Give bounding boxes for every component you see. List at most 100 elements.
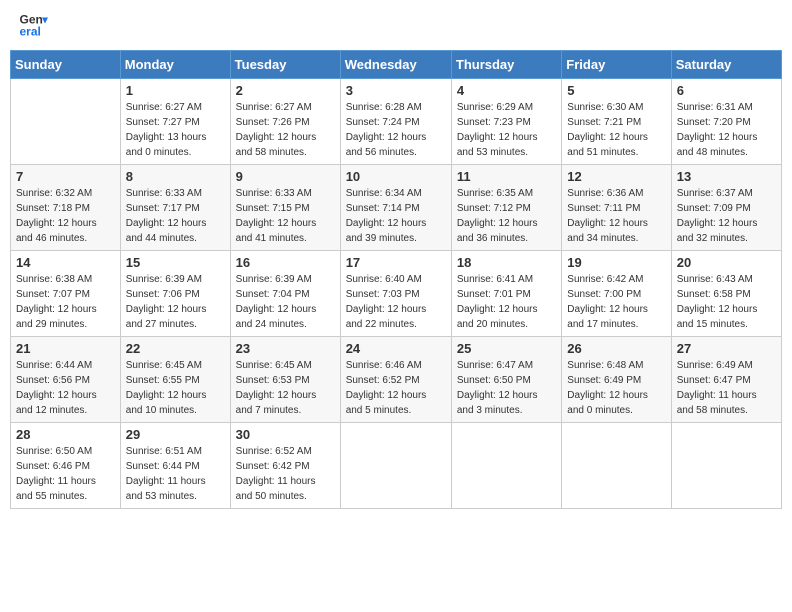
day-number: 12: [567, 169, 665, 184]
day-number: 3: [346, 83, 446, 98]
calendar-cell: 8 Sunrise: 6:33 AM Sunset: 7:17 PM Daylig…: [120, 165, 230, 251]
day-info: Sunrise: 6:33 AM Sunset: 7:15 PM Dayligh…: [236, 186, 335, 246]
day-info: Sunrise: 6:31 AM Sunset: 7:20 PM Dayligh…: [677, 100, 776, 160]
day-number: 18: [457, 255, 556, 270]
day-info: Sunrise: 6:39 AM Sunset: 7:04 PM Dayligh…: [236, 272, 335, 332]
calendar-cell: 15 Sunrise: 6:39 AM Sunset: 7:06 PM Dayli…: [120, 251, 230, 337]
day-number: 30: [236, 427, 335, 442]
calendar-cell: 9 Sunrise: 6:33 AM Sunset: 7:15 PM Daylig…: [230, 165, 340, 251]
day-info: Sunrise: 6:44 AM Sunset: 6:56 PM Dayligh…: [16, 358, 115, 418]
calendar-cell: 18 Sunrise: 6:41 AM Sunset: 7:01 PM Dayli…: [451, 251, 561, 337]
col-header-thursday: Thursday: [451, 51, 561, 79]
day-number: 27: [677, 341, 776, 356]
day-info: Sunrise: 6:46 AM Sunset: 6:52 PM Dayligh…: [346, 358, 446, 418]
calendar-cell: 30 Sunrise: 6:52 AM Sunset: 6:42 PM Dayli…: [230, 423, 340, 509]
day-number: 4: [457, 83, 556, 98]
calendar-week-3: 14 Sunrise: 6:38 AM Sunset: 7:07 PM Dayli…: [11, 251, 782, 337]
day-number: 25: [457, 341, 556, 356]
day-info: Sunrise: 6:43 AM Sunset: 6:58 PM Dayligh…: [677, 272, 776, 332]
svg-text:eral: eral: [20, 25, 41, 39]
day-info: Sunrise: 6:34 AM Sunset: 7:14 PM Dayligh…: [346, 186, 446, 246]
day-info: Sunrise: 6:45 AM Sunset: 6:53 PM Dayligh…: [236, 358, 335, 418]
day-info: Sunrise: 6:42 AM Sunset: 7:00 PM Dayligh…: [567, 272, 665, 332]
calendar-week-5: 28 Sunrise: 6:50 AM Sunset: 6:46 PM Dayli…: [11, 423, 782, 509]
day-info: Sunrise: 6:47 AM Sunset: 6:50 PM Dayligh…: [457, 358, 556, 418]
day-info: Sunrise: 6:50 AM Sunset: 6:46 PM Dayligh…: [16, 444, 115, 504]
day-number: 26: [567, 341, 665, 356]
day-info: Sunrise: 6:52 AM Sunset: 6:42 PM Dayligh…: [236, 444, 335, 504]
calendar-cell: 28 Sunrise: 6:50 AM Sunset: 6:46 PM Dayli…: [11, 423, 121, 509]
day-info: Sunrise: 6:33 AM Sunset: 7:17 PM Dayligh…: [126, 186, 225, 246]
calendar-cell: 20 Sunrise: 6:43 AM Sunset: 6:58 PM Dayli…: [671, 251, 781, 337]
calendar-cell: 27 Sunrise: 6:49 AM Sunset: 6:47 PM Dayli…: [671, 337, 781, 423]
day-number: 15: [126, 255, 225, 270]
calendar-cell: 11 Sunrise: 6:35 AM Sunset: 7:12 PM Dayli…: [451, 165, 561, 251]
calendar-cell: 24 Sunrise: 6:46 AM Sunset: 6:52 PM Dayli…: [340, 337, 451, 423]
calendar-cell: [562, 423, 671, 509]
day-number: 20: [677, 255, 776, 270]
day-info: Sunrise: 6:41 AM Sunset: 7:01 PM Dayligh…: [457, 272, 556, 332]
calendar-cell: [671, 423, 781, 509]
calendar-cell: 1 Sunrise: 6:27 AM Sunset: 7:27 PM Daylig…: [120, 79, 230, 165]
day-number: 2: [236, 83, 335, 98]
day-number: 17: [346, 255, 446, 270]
calendar-cell: 13 Sunrise: 6:37 AM Sunset: 7:09 PM Dayli…: [671, 165, 781, 251]
calendar-cell: 3 Sunrise: 6:28 AM Sunset: 7:24 PM Daylig…: [340, 79, 451, 165]
calendar-cell: [11, 79, 121, 165]
calendar-cell: 26 Sunrise: 6:48 AM Sunset: 6:49 PM Dayli…: [562, 337, 671, 423]
day-info: Sunrise: 6:40 AM Sunset: 7:03 PM Dayligh…: [346, 272, 446, 332]
day-number: 24: [346, 341, 446, 356]
day-number: 22: [126, 341, 225, 356]
logo: Gen eral: [18, 10, 52, 40]
day-info: Sunrise: 6:36 AM Sunset: 7:11 PM Dayligh…: [567, 186, 665, 246]
day-number: 8: [126, 169, 225, 184]
day-number: 21: [16, 341, 115, 356]
calendar-cell: 19 Sunrise: 6:42 AM Sunset: 7:00 PM Dayli…: [562, 251, 671, 337]
calendar-week-1: 1 Sunrise: 6:27 AM Sunset: 7:27 PM Daylig…: [11, 79, 782, 165]
col-header-monday: Monday: [120, 51, 230, 79]
day-info: Sunrise: 6:37 AM Sunset: 7:09 PM Dayligh…: [677, 186, 776, 246]
calendar-header-row: SundayMondayTuesdayWednesdayThursdayFrid…: [11, 51, 782, 79]
calendar-cell: 14 Sunrise: 6:38 AM Sunset: 7:07 PM Dayli…: [11, 251, 121, 337]
day-info: Sunrise: 6:48 AM Sunset: 6:49 PM Dayligh…: [567, 358, 665, 418]
day-info: Sunrise: 6:38 AM Sunset: 7:07 PM Dayligh…: [16, 272, 115, 332]
day-info: Sunrise: 6:45 AM Sunset: 6:55 PM Dayligh…: [126, 358, 225, 418]
calendar-week-4: 21 Sunrise: 6:44 AM Sunset: 6:56 PM Dayli…: [11, 337, 782, 423]
day-number: 11: [457, 169, 556, 184]
col-header-saturday: Saturday: [671, 51, 781, 79]
calendar-cell: 25 Sunrise: 6:47 AM Sunset: 6:50 PM Dayli…: [451, 337, 561, 423]
calendar-cell: 6 Sunrise: 6:31 AM Sunset: 7:20 PM Daylig…: [671, 79, 781, 165]
day-number: 19: [567, 255, 665, 270]
day-info: Sunrise: 6:35 AM Sunset: 7:12 PM Dayligh…: [457, 186, 556, 246]
day-info: Sunrise: 6:32 AM Sunset: 7:18 PM Dayligh…: [16, 186, 115, 246]
day-number: 6: [677, 83, 776, 98]
day-number: 28: [16, 427, 115, 442]
day-info: Sunrise: 6:30 AM Sunset: 7:21 PM Dayligh…: [567, 100, 665, 160]
day-info: Sunrise: 6:49 AM Sunset: 6:47 PM Dayligh…: [677, 358, 776, 418]
col-header-sunday: Sunday: [11, 51, 121, 79]
day-number: 5: [567, 83, 665, 98]
day-info: Sunrise: 6:39 AM Sunset: 7:06 PM Dayligh…: [126, 272, 225, 332]
calendar-cell: 4 Sunrise: 6:29 AM Sunset: 7:23 PM Daylig…: [451, 79, 561, 165]
calendar-week-2: 7 Sunrise: 6:32 AM Sunset: 7:18 PM Daylig…: [11, 165, 782, 251]
day-info: Sunrise: 6:27 AM Sunset: 7:27 PM Dayligh…: [126, 100, 225, 160]
calendar-cell: 12 Sunrise: 6:36 AM Sunset: 7:11 PM Dayli…: [562, 165, 671, 251]
day-number: 23: [236, 341, 335, 356]
day-info: Sunrise: 6:28 AM Sunset: 7:24 PM Dayligh…: [346, 100, 446, 160]
calendar-table: SundayMondayTuesdayWednesdayThursdayFrid…: [10, 50, 782, 509]
day-number: 1: [126, 83, 225, 98]
page-header: Gen eral: [10, 10, 782, 40]
day-number: 9: [236, 169, 335, 184]
calendar-cell: 5 Sunrise: 6:30 AM Sunset: 7:21 PM Daylig…: [562, 79, 671, 165]
calendar-cell: 16Sunrise: 6:39 AM Sunset: 7:04 PM Dayli…: [230, 251, 340, 337]
day-number: 13: [677, 169, 776, 184]
calendar-cell: 7 Sunrise: 6:32 AM Sunset: 7:18 PM Daylig…: [11, 165, 121, 251]
calendar-cell: [451, 423, 561, 509]
day-info: Sunrise: 6:27 AM Sunset: 7:26 PM Dayligh…: [236, 100, 335, 160]
calendar-cell: 23 Sunrise: 6:45 AM Sunset: 6:53 PM Dayli…: [230, 337, 340, 423]
day-number: 7: [16, 169, 115, 184]
calendar-cell: [340, 423, 451, 509]
day-info: Sunrise: 6:29 AM Sunset: 7:23 PM Dayligh…: [457, 100, 556, 160]
calendar-cell: 10Sunrise: 6:34 AM Sunset: 7:14 PM Dayli…: [340, 165, 451, 251]
day-number: 14: [16, 255, 115, 270]
